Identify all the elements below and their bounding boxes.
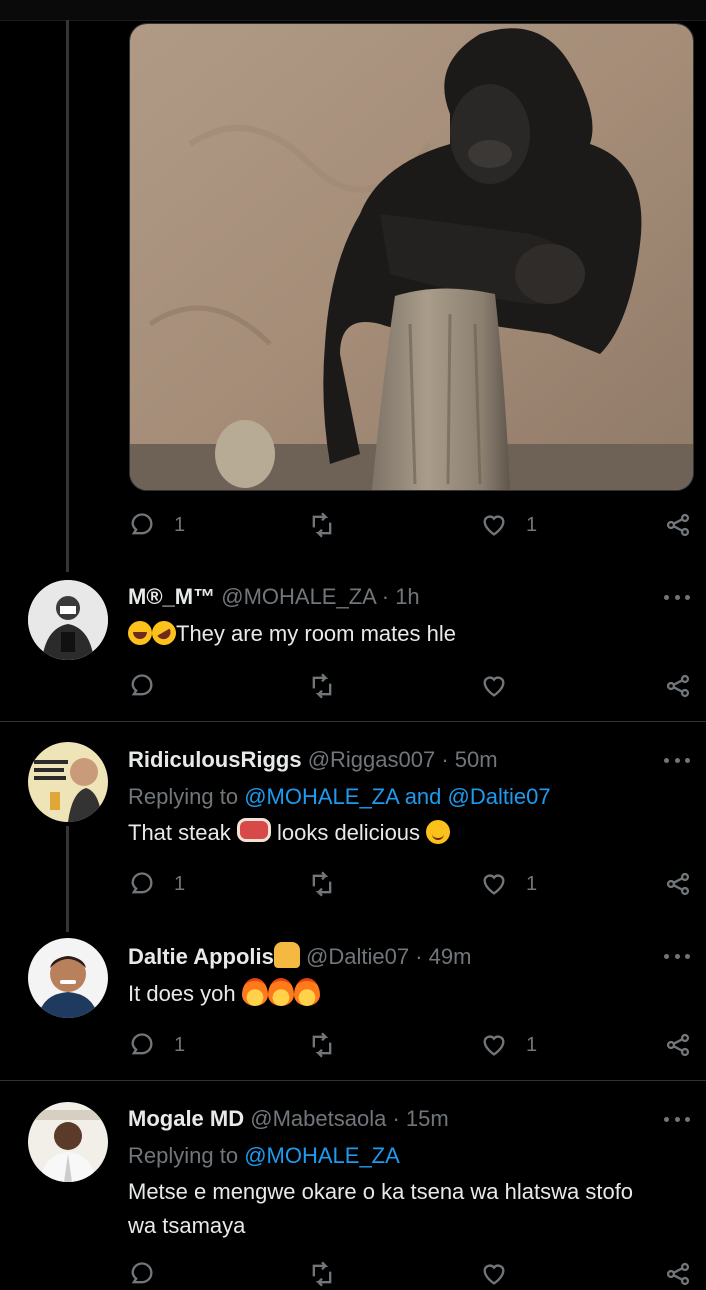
tweet-actions: [128, 670, 694, 702]
reply-button[interactable]: [128, 1258, 156, 1290]
reply-icon: [131, 1033, 153, 1055]
tweet-text: It does yoh: [128, 981, 236, 1006]
display-name[interactable]: Daltie Appolis: [128, 944, 274, 969]
tweet-actions: 1 1: [128, 868, 694, 900]
folded-hands-icon: [273, 942, 300, 968]
tweet-actions: 1 1: [128, 1029, 694, 1061]
tweet-text-line: wa tsamaya: [128, 1213, 246, 1238]
tweet-text: looks delicious: [276, 820, 421, 845]
retweet-icon: [312, 871, 332, 897]
retweet-icon: [312, 1032, 332, 1058]
thread-line: [66, 826, 69, 932]
share-icon: [666, 1033, 690, 1057]
timestamp[interactable]: · 50m: [441, 747, 497, 772]
face-with-tears-of-joy-icon: [128, 621, 152, 645]
retweet-button[interactable]: [308, 1258, 336, 1290]
tweet-text-line: Metse e mengwe okare o ka tsena wa hlats…: [128, 1179, 634, 1204]
user-handle[interactable]: @Daltie07: [306, 944, 409, 969]
media-tweet-actions: 1 1: [128, 509, 694, 541]
reply-count: 1: [174, 1033, 186, 1056]
share-icon: [666, 1262, 690, 1286]
timestamp[interactable]: · 15m: [392, 1106, 448, 1131]
retweet-button[interactable]: [308, 509, 336, 541]
user-handle[interactable]: @Riggas007: [308, 747, 436, 772]
more-options-icon[interactable]: [664, 1114, 690, 1124]
share-button[interactable]: [664, 1258, 692, 1290]
reply-icon: [131, 674, 153, 696]
cut-of-meat-icon: [236, 818, 271, 842]
like-button[interactable]: 1: [480, 1029, 537, 1061]
replying-to-link[interactable]: @MOHALE_ZA and @Daltie07: [244, 784, 550, 809]
reply-button[interactable]: 1: [128, 1029, 185, 1061]
avatar-image: [28, 1102, 108, 1182]
timestamp[interactable]: · 49m: [415, 944, 471, 969]
like-count: 1: [526, 513, 538, 536]
reply-count: 1: [174, 872, 186, 895]
avatar[interactable]: [28, 938, 108, 1018]
display-name[interactable]: RidiculousRiggs: [128, 747, 302, 772]
more-options-icon[interactable]: [664, 755, 690, 765]
retweet-icon: [312, 1261, 332, 1287]
top-bar: [0, 0, 706, 21]
divider: [0, 721, 706, 722]
gorilla-photo: [130, 24, 693, 490]
share-icon: [666, 674, 690, 698]
display-name[interactable]: Mogale MD: [128, 1106, 244, 1131]
fire-icon: [267, 978, 294, 1006]
replying-to-label: Replying to: [128, 1143, 239, 1168]
reply-button[interactable]: [128, 670, 156, 702]
thread-line: [66, 20, 69, 572]
smiling-face-icon: [426, 820, 451, 844]
avatar[interactable]: [28, 580, 108, 660]
like-button[interactable]: 1: [480, 509, 537, 541]
retweet-button[interactable]: [308, 868, 336, 900]
replying-to-link[interactable]: @MOHALE_ZA: [244, 1143, 400, 1168]
avatar-image: [28, 742, 108, 822]
like-button[interactable]: [480, 1258, 508, 1290]
share-icon: [666, 513, 690, 537]
share-icon: [666, 872, 690, 896]
retweet-button[interactable]: [308, 670, 336, 702]
share-button[interactable]: [664, 868, 692, 900]
fire-icon: [241, 978, 268, 1006]
like-count: 1: [526, 1033, 538, 1056]
more-options-icon[interactable]: [664, 592, 690, 602]
display-name[interactable]: M®_M™: [128, 584, 215, 609]
avatar-image: [28, 938, 108, 1018]
avatar-image: [28, 580, 108, 660]
reply-count: 1: [174, 513, 186, 536]
fire-icon: [293, 978, 320, 1006]
reply-icon: [131, 1262, 153, 1284]
user-handle[interactable]: @Mabetsaola: [250, 1106, 386, 1131]
like-button[interactable]: 1: [480, 868, 537, 900]
tweet-text: That steak: [128, 820, 231, 845]
tweet-media-image[interactable]: [129, 23, 694, 491]
tweet-actions: [128, 1258, 694, 1290]
like-count: 1: [526, 872, 538, 895]
retweet-button[interactable]: [308, 1029, 336, 1061]
reply-icon: [131, 513, 153, 535]
reply-button[interactable]: 1: [128, 868, 185, 900]
avatar[interactable]: [28, 742, 108, 822]
like-button[interactable]: [480, 670, 508, 702]
retweet-icon: [312, 512, 332, 538]
reply-button[interactable]: 1: [128, 509, 185, 541]
replying-to-label: Replying to: [128, 784, 239, 809]
divider: [0, 1080, 706, 1081]
share-button[interactable]: [664, 1029, 692, 1061]
share-button[interactable]: [664, 509, 692, 541]
retweet-icon: [312, 673, 332, 699]
user-handle[interactable]: @MOHALE_ZA: [221, 584, 375, 609]
avatar[interactable]: [28, 1102, 108, 1182]
reply-icon: [131, 872, 153, 894]
heart-icon: [483, 676, 505, 697]
timestamp[interactable]: · 1h: [382, 584, 420, 609]
share-button[interactable]: [664, 670, 692, 702]
heart-icon: [483, 874, 505, 895]
tweet-text: They are my room mates hle: [176, 621, 456, 646]
heart-icon: [483, 1035, 505, 1056]
more-options-icon[interactable]: [664, 951, 690, 961]
heart-icon: [483, 515, 505, 536]
heart-icon: [483, 1264, 505, 1285]
